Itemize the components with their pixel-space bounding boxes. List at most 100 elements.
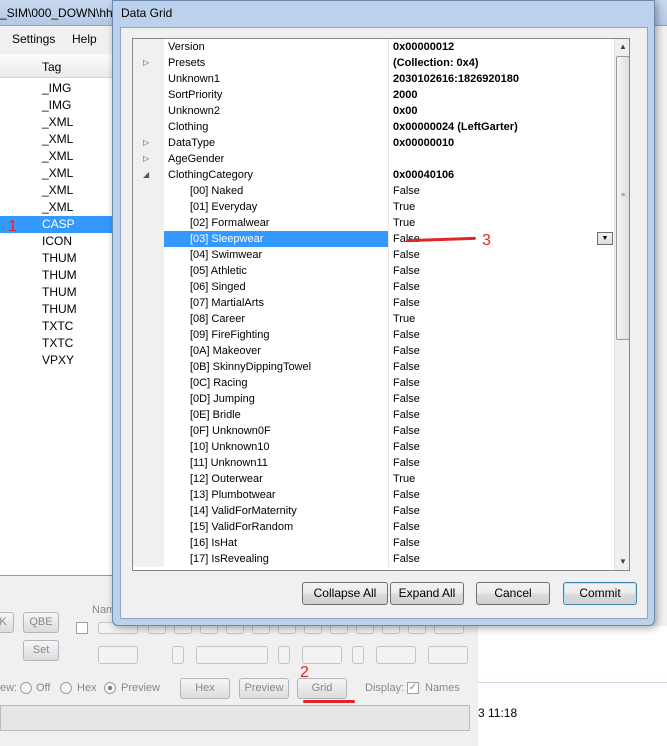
menu-help[interactable]: Help [72, 32, 97, 46]
grid-row[interactable]: [13] Plumbotwear False [133, 487, 614, 503]
preview-button[interactable]: Preview [239, 678, 289, 699]
tag-row[interactable]: THUM [0, 267, 125, 284]
grid-row[interactable]: [04] Swimwear False [133, 247, 614, 263]
grid-row[interactable]: [0F] Unknown0F False [133, 423, 614, 439]
property-value[interactable]: False [388, 519, 614, 535]
grid-row[interactable]: [0C] Racing False [133, 375, 614, 391]
property-value[interactable]: False [388, 487, 614, 503]
tag-row[interactable]: _XML [0, 199, 125, 216]
collapse-all-button[interactable]: Collapse All [302, 582, 388, 605]
property-value[interactable]: False [388, 295, 614, 311]
tag-row[interactable]: _IMG [0, 80, 125, 97]
grid-row[interactable]: [03] SleepwearFalse▼ [133, 231, 614, 247]
tag-row[interactable]: _IMG [0, 97, 125, 114]
grid-row[interactable]: [0D] Jumping False [133, 391, 614, 407]
tag-row[interactable]: _XML [0, 148, 125, 165]
grid-row[interactable]: Unknown1 2030102616:1826920180 [133, 71, 614, 87]
grid-row[interactable]: Unknown2 0x00 [133, 103, 614, 119]
tag-row[interactable]: CASP [0, 216, 125, 233]
grid-row[interactable]: Clothing 0x00000024 (LeftGarter) [133, 119, 614, 135]
property-value[interactable]: False [388, 503, 614, 519]
hex-button[interactable]: Hex [180, 678, 230, 699]
tag-row[interactable]: _XML [0, 131, 125, 148]
view-preview-radio[interactable] [104, 682, 116, 694]
property-value[interactable]: False [388, 183, 614, 199]
grid-row[interactable]: ◢ ClothingCategory 0x00040106 [133, 167, 614, 183]
arrow-down-icon[interactable]: ▼ [615, 554, 629, 570]
field-box[interactable] [278, 646, 290, 664]
grid-row[interactable]: [09] FireFighting False [133, 327, 614, 343]
triangle-down-icon[interactable]: ◢ [143, 170, 149, 179]
property-value[interactable]: True [388, 199, 614, 215]
grid-row[interactable]: [12] Outerwear True [133, 471, 614, 487]
grid-row[interactable]: [0E] Bridle False [133, 407, 614, 423]
grid-row[interactable]: [17] IsRevealing False [133, 551, 614, 567]
tag-row[interactable]: TXTC [0, 335, 125, 352]
names-checkbox[interactable]: ✓ [407, 682, 419, 694]
property-value[interactable]: False [388, 359, 614, 375]
triangle-right-icon[interactable]: ▷ [143, 138, 149, 147]
property-value[interactable]: True [388, 215, 614, 231]
tag-row[interactable]: _XML [0, 182, 125, 199]
grid-row[interactable]: [0B] SkinnyDippingTowel False [133, 359, 614, 375]
field-box[interactable] [302, 646, 342, 664]
property-value[interactable]: False [388, 375, 614, 391]
name-checkbox[interactable] [76, 622, 88, 634]
property-value[interactable]: False [388, 455, 614, 471]
tag-row[interactable]: _XML [0, 114, 125, 131]
property-value[interactable]: False [388, 535, 614, 551]
property-grid[interactable]: Version 0x00000012 ▷ Presets (Collection: 0x… [132, 38, 630, 571]
property-value[interactable]: 2030102616:1826920180 [388, 71, 614, 87]
grid-row[interactable]: [05] Athletic False [133, 263, 614, 279]
property-value[interactable]: 0x00000024 (LeftGarter) [388, 119, 614, 135]
grid-row[interactable]: [01] Everyday True [133, 199, 614, 215]
tag-column-header[interactable]: Tag [0, 54, 125, 78]
grid-row[interactable]: ▷ Presets (Collection: 0x4) [133, 55, 614, 71]
tag-row[interactable]: _XML [0, 165, 125, 182]
chevron-down-icon[interactable]: ▼ [597, 232, 613, 245]
tag-row[interactable]: THUM [0, 301, 125, 318]
grid-row[interactable]: [02] Formalwear True [133, 215, 614, 231]
property-value[interactable]: 0x00000010 [388, 135, 614, 151]
property-value[interactable]: True [388, 471, 614, 487]
triangle-right-icon[interactable]: ▷ [143, 58, 149, 67]
k-button[interactable]: K [0, 612, 14, 633]
property-value[interactable]: False [388, 391, 614, 407]
set-button[interactable]: Set [23, 640, 59, 661]
grid-row[interactable]: [16] IsHat False [133, 535, 614, 551]
tag-row[interactable]: THUM [0, 250, 125, 267]
tag-row[interactable]: ICON [0, 233, 125, 250]
tag-row[interactable]: TXTC [0, 318, 125, 335]
grid-row[interactable]: [00] Naked False [133, 183, 614, 199]
property-value[interactable]: False [388, 263, 614, 279]
grid-row[interactable]: ▷ DataType 0x00000010 [133, 135, 614, 151]
grid-row[interactable]: Version 0x00000012 [133, 39, 614, 55]
property-value[interactable]: True [388, 311, 614, 327]
field-box[interactable] [98, 646, 138, 664]
grid-row[interactable]: [14] ValidForMaternity False [133, 503, 614, 519]
property-value[interactable]: False [388, 327, 614, 343]
vertical-scrollbar[interactable]: ▲ ≡ ▼ [614, 39, 629, 570]
property-value[interactable]: False [388, 423, 614, 439]
triangle-right-icon[interactable]: ▷ [143, 154, 149, 163]
property-value[interactable]: (Collection: 0x4) [388, 55, 614, 71]
property-value[interactable]: False [388, 247, 614, 263]
menu-settings[interactable]: Settings [12, 32, 55, 46]
property-value[interactable]: 0x00 [388, 103, 614, 119]
grid-row[interactable]: [06] Singed False [133, 279, 614, 295]
grid-row[interactable]: [11] Unknown11 False [133, 455, 614, 471]
grid-row[interactable]: SortPriority 2000 [133, 87, 614, 103]
commit-button[interactable]: Commit [563, 582, 637, 605]
grid-row[interactable]: [0A] Makeover False [133, 343, 614, 359]
qbe-button[interactable]: QBE [23, 612, 59, 633]
property-value[interactable] [388, 151, 614, 167]
property-value[interactable]: False [388, 279, 614, 295]
tag-row[interactable]: THUM [0, 284, 125, 301]
resource-list[interactable]: Tag _IMG _IMG _XML _XML _XML _XML _XML _XML CASP… [0, 54, 125, 576]
grid-row[interactable]: [15] ValidForRandom False [133, 519, 614, 535]
grid-row[interactable]: [08] Career True [133, 311, 614, 327]
property-value[interactable]: False [388, 343, 614, 359]
expand-all-button[interactable]: Expand All [390, 582, 464, 605]
field-box[interactable] [428, 646, 468, 664]
field-box[interactable] [196, 646, 268, 664]
